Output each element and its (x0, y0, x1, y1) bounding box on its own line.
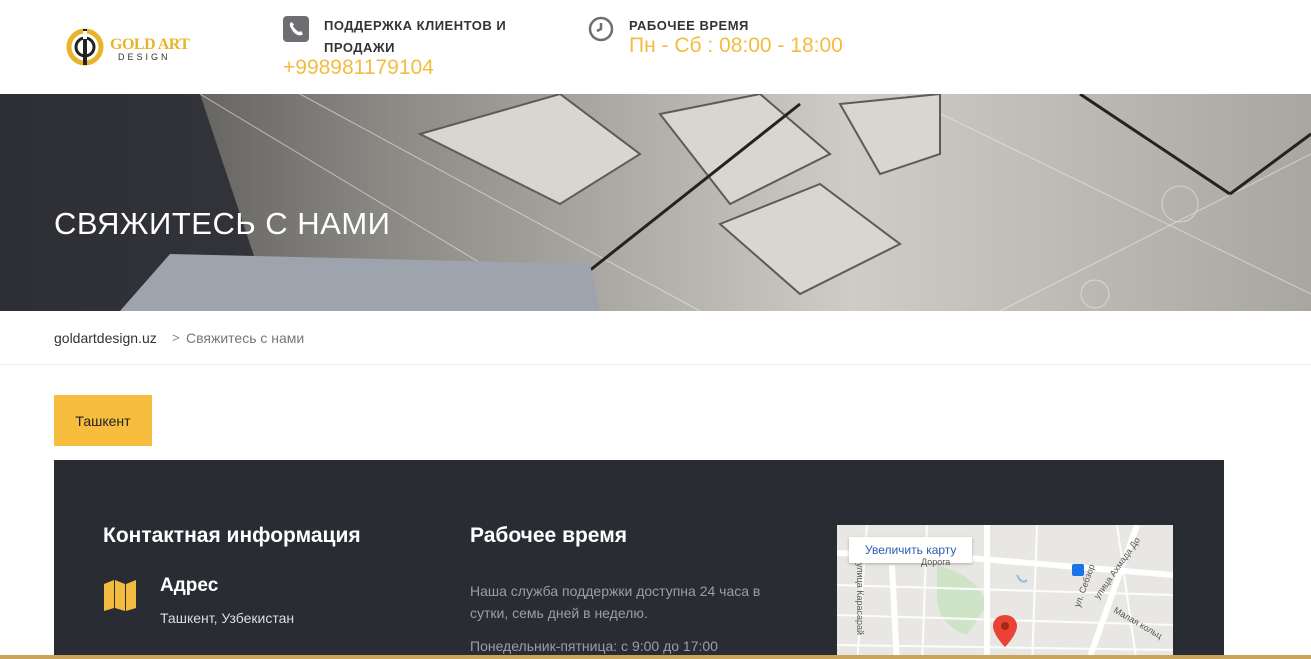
contact-panel: Контактная информация Адрес Ташкент, Узб… (54, 460, 1224, 659)
support-title: ПОДДЕРЖКА КЛИЕНТОВ И ПРОДАЖИ (324, 15, 506, 59)
site-header: GOLD ART DESIGN ПОДДЕРЖКА КЛИЕНТОВ И ПРО… (0, 0, 1311, 94)
embedded-map[interactable]: Увеличить карту Дорога улица Карасарай у… (837, 525, 1173, 659)
breadcrumb-current: Свяжитесь с нами (186, 330, 305, 346)
hours-block: РАБОЧЕЕ ВРЕМЯ Пн - Сб : 08:00 - 18:00 (588, 12, 888, 82)
address-title: Адрес (160, 575, 219, 596)
banner-background (0, 94, 1311, 311)
tab-tashkent[interactable]: Ташкент (54, 395, 152, 446)
map-street-label: улица Карасарай (855, 563, 865, 636)
hours-value: Пн - Сб : 08:00 - 18:00 (629, 34, 843, 57)
page-title: СВЯЖИТЕСЬ С НАМИ (54, 206, 391, 241)
breadcrumb: goldartdesign.uz > Свяжитесь с нами (0, 311, 1311, 365)
breadcrumb-separator: > (172, 330, 180, 345)
clock-icon (588, 16, 614, 42)
map-street-label: Дорога (921, 557, 951, 567)
breadcrumb-home-link[interactable]: goldartdesign.uz (54, 330, 157, 346)
contact-heading: Контактная информация (103, 524, 361, 547)
bottom-strip (0, 655, 1311, 659)
working-hours-line1: Наша служба поддержки доступна 24 часа в… (470, 583, 761, 621)
map-icon (103, 578, 137, 612)
logo-mark-icon (66, 28, 104, 66)
support-title-line1: ПОДДЕРЖКА КЛИЕНТОВ И (324, 18, 507, 33)
working-hours-heading: Рабочее время (470, 524, 627, 547)
phone-icon (283, 16, 309, 42)
page-banner: СВЯЖИТЕСЬ С НАМИ (0, 94, 1311, 311)
enlarge-map-button[interactable]: Увеличить карту (849, 537, 973, 563)
logo-sub: DESIGN (118, 52, 171, 62)
logo[interactable]: GOLD ART DESIGN (66, 27, 206, 67)
address-value: Ташкент, Узбекистан (160, 610, 295, 626)
support-block: ПОДДЕРЖКА КЛИЕНТОВ И ПРОДАЖИ +9989811791… (283, 12, 543, 92)
support-phone[interactable]: +998981179104 (283, 56, 434, 80)
working-hours-line2: Понедельник-пятница: с 9:00 до 17:00 (470, 638, 718, 654)
